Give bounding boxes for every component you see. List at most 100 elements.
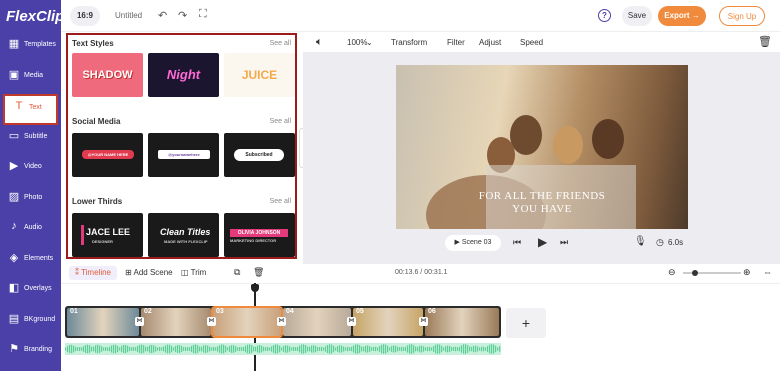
waveform-bar <box>115 344 117 354</box>
scene-clip-02[interactable]: 02 <box>141 308 211 336</box>
export-button[interactable]: Export → <box>658 6 706 26</box>
zoom-slider[interactable] <box>683 270 741 276</box>
zoom-in-icon[interactable]: ⊕ <box>743 267 751 278</box>
thumb-lower-2[interactable]: Clean Titles MADE WITH FLEXCLIP <box>148 213 219 257</box>
waveform-bar <box>421 345 423 353</box>
filter-button[interactable]: Filter <box>447 38 465 47</box>
scene-clip-03[interactable]: 03 <box>211 306 283 338</box>
transition-icon[interactable]: ⋈ <box>419 317 428 326</box>
waveform-bar <box>429 346 431 352</box>
waveform-bar <box>85 345 87 353</box>
timeline-tab[interactable]: ⁑ Timeline <box>69 266 117 280</box>
sidebar-item-media[interactable]: ▣ Media <box>0 64 61 95</box>
trim-button[interactable]: ◫ Trim <box>181 268 206 277</box>
help-icon[interactable]: ? <box>598 9 611 22</box>
waveform-bar <box>427 346 429 352</box>
duplicate-icon[interactable]: ⧉ <box>234 267 240 278</box>
waveform-bar <box>127 345 129 353</box>
chevron-down-icon[interactable]: ⌄ <box>366 38 373 47</box>
video-preview[interactable]: FOR ALL THE FRIENDS YOU HAVE <box>396 65 688 229</box>
waveform-bar <box>209 346 211 352</box>
transition-icon[interactable]: ⋈ <box>277 317 286 326</box>
sidebar-item-overlays[interactable]: ◧ Overlays <box>0 277 61 308</box>
next-icon[interactable]: ⏭︎ <box>560 237 568 248</box>
thumb-lower-3[interactable]: OLIVIA JOHNSON MARKETING DIRECTOR <box>224 213 295 257</box>
signup-button[interactable]: Sign Up <box>719 6 765 26</box>
save-button[interactable]: Save <box>622 6 652 26</box>
waveform-bar <box>347 346 349 352</box>
aspect-ratio-button[interactable]: 16:9 <box>70 6 100 26</box>
waveform-bar <box>283 346 285 352</box>
fullscreen-icon[interactable]: ⛶ <box>199 8 207 21</box>
scene-clip-04[interactable]: 04 <box>283 308 351 336</box>
thumb-social-3-label: Subscribed <box>234 149 284 161</box>
sidebar-item-elements[interactable]: ◈ Elements <box>0 247 61 278</box>
waveform-bar <box>281 347 283 351</box>
microphone-icon[interactable]: 🎙︎ <box>634 236 647 247</box>
scene-clip-01[interactable]: 01 <box>67 308 139 336</box>
waveform-bar <box>289 346 291 352</box>
delete-icon[interactable]: 🗑︎ <box>253 267 264 278</box>
waveform-bar <box>187 347 189 351</box>
see-all-text-styles[interactable]: See all <box>270 40 291 47</box>
thumb-juice[interactable]: JUICE <box>224 53 295 97</box>
thumb-lower-1[interactable]: JACE LEE DESIGNER <box>72 213 143 257</box>
see-all-lower-thirds[interactable]: See all <box>270 198 291 205</box>
waveform-bar <box>457 347 459 351</box>
waveform-bar <box>389 347 391 351</box>
sidebar-item-subtitle[interactable]: ▭ Subtitle <box>0 125 61 156</box>
thumb-social-3[interactable]: Subscribed <box>224 133 295 177</box>
zoom-slider-knob[interactable] <box>691 270 698 276</box>
trash-icon[interactable]: 🗑︎ <box>758 35 772 48</box>
waveform-bar <box>379 346 381 352</box>
scene-selector[interactable]: ▶ Scene 03 <box>445 235 501 251</box>
waveform-bar <box>99 345 101 353</box>
scene-duration[interactable]: 6.0s <box>668 238 683 247</box>
transition-icon[interactable]: ⋈ <box>347 317 356 326</box>
thumb-night[interactable]: Night <box>148 53 219 97</box>
sidebar-item-photo[interactable]: ▨ Photo <box>0 186 61 217</box>
sidebar-item-label: Templates <box>24 41 56 48</box>
thumb-social-1[interactable]: @YOUR NAME HERE <box>72 133 143 177</box>
fit-icon[interactable]: ⇔ <box>763 267 772 277</box>
play-icon[interactable]: ▶ <box>538 235 547 249</box>
waveform-bar <box>107 347 109 351</box>
add-scene-tile[interactable]: + <box>506 308 546 338</box>
redo-icon[interactable]: ↷ <box>178 9 187 22</box>
transition-icon[interactable]: ⋈ <box>135 317 144 326</box>
add-scene-button[interactable]: ⊞ Add Scene <box>125 268 173 277</box>
sidebar-item-text[interactable]: T Text <box>3 94 58 125</box>
thumb-lower-2-label: Clean Titles <box>160 227 211 237</box>
project-title[interactable]: Untitled <box>115 11 142 20</box>
thumb-social-2[interactable]: @yournamehere <box>148 133 219 177</box>
waveform-bar <box>243 347 245 351</box>
sidebar-item-branding[interactable]: ⚑ Branding <box>0 338 61 369</box>
waveform-bar <box>287 345 289 353</box>
scene-clip-06[interactable]: 06 <box>425 308 499 336</box>
video-caption[interactable]: FOR ALL THE FRIENDS YOU HAVE <box>396 190 688 216</box>
sidebar-item-bkground[interactable]: ▤ BKground <box>0 308 61 339</box>
adjust-button[interactable]: Adjust <box>479 38 501 47</box>
previous-icon[interactable]: ⏮︎ <box>513 237 521 248</box>
volume-icon[interactable]: 🔈︎ <box>316 36 323 49</box>
zoom-select[interactable]: 100% <box>347 38 367 47</box>
speed-button[interactable]: Speed <box>520 38 543 47</box>
waveform-bar <box>101 346 103 352</box>
thumb-shadow[interactable]: SHADOW <box>72 53 143 97</box>
waveform-bar <box>125 344 127 354</box>
scene-clip-05[interactable]: 05 <box>353 308 423 336</box>
transition-icon[interactable]: ⋈ <box>207 317 216 326</box>
zoom-out-icon[interactable]: ⊖ <box>668 267 676 278</box>
see-all-social-media[interactable]: See all <box>270 118 291 125</box>
waveform-bar <box>471 346 473 352</box>
sidebar-item-templates[interactable]: ▦ Templates <box>0 33 61 64</box>
sidebar-item-video[interactable]: ▶ Video <box>0 155 61 186</box>
transform-button[interactable]: Transform <box>391 38 427 47</box>
waveform-bar <box>417 346 419 352</box>
undo-icon[interactable]: ↶ <box>158 9 167 22</box>
waveform-bar <box>207 345 209 353</box>
audio-waveform[interactable] <box>65 343 501 355</box>
sidebar-item-audio[interactable]: ♪ Audio <box>0 216 61 247</box>
playhead-handle[interactable] <box>251 284 259 292</box>
waveform-bar <box>229 345 231 353</box>
